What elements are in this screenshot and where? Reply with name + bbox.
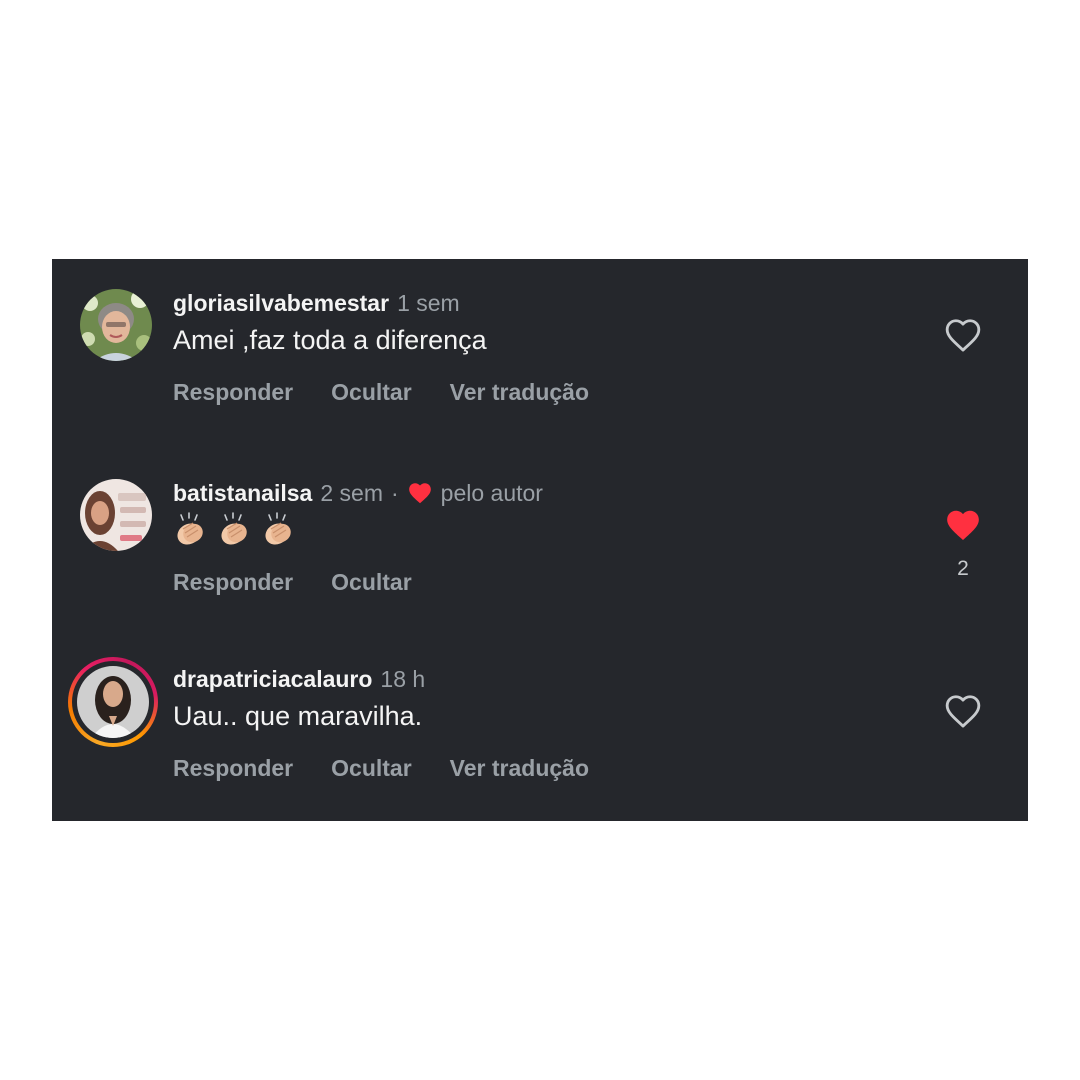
comments-panel: gloriasilvabemestar 1 sem Amei ,faz toda… [52, 259, 1028, 821]
comment-header: gloriasilvabemestar 1 sem [173, 287, 460, 319]
avatar [77, 666, 149, 738]
clapping-hands-icon [221, 512, 247, 545]
clapping-hands-icon [177, 512, 203, 545]
comment-text: Uau.. que maravilha. [173, 701, 423, 731]
comment-header: batistanailsa 2 sem · pelo autor [173, 477, 543, 509]
username-link[interactable]: gloriasilvabemestar [173, 290, 389, 317]
timestamp: 1 sem [397, 289, 460, 316]
timestamp: 2 sem [320, 479, 383, 506]
hide-button[interactable]: Ocultar [331, 569, 412, 596]
see-translation-button[interactable]: Ver tradução [450, 379, 589, 406]
comment-actions: Responder Ocultar [173, 569, 450, 596]
comment-actions: Responder Ocultar Ver tradução [173, 379, 627, 406]
comment-actions: Responder Ocultar Ver tradução [173, 755, 627, 782]
username-link[interactable]: batistanailsa [173, 480, 312, 507]
heart-outline-icon[interactable] [944, 693, 982, 729]
heart-filled-icon[interactable] [944, 507, 982, 543]
reply-button[interactable]: Responder [173, 379, 293, 406]
like-count[interactable]: 2 [944, 557, 982, 581]
story-ring[interactable] [68, 657, 158, 747]
comment-item: drapatriciacalauro 18 h Uau.. que maravi… [52, 657, 1028, 811]
reply-button[interactable]: Responder [173, 569, 293, 596]
avatar[interactable] [80, 479, 152, 551]
hide-button[interactable]: Ocultar [331, 755, 412, 782]
reply-button[interactable]: Responder [173, 755, 293, 782]
comment-header: drapatriciacalauro 18 h [173, 663, 425, 695]
hide-button[interactable]: Ocultar [331, 379, 412, 406]
username-link[interactable]: drapatriciacalauro [173, 666, 372, 693]
author-liked-heart-icon [408, 483, 431, 504]
comment-item: batistanailsa 2 sem · pelo autor Respond… [52, 475, 1028, 625]
heart-outline-icon[interactable] [944, 317, 982, 353]
comment-text [173, 511, 297, 547]
avatar[interactable] [80, 289, 152, 361]
separator-dot: · [390, 479, 399, 506]
timestamp: 18 h [380, 665, 426, 692]
comment-item: gloriasilvabemestar 1 sem Amei ,faz toda… [52, 285, 1028, 435]
see-translation-button[interactable]: Ver tradução [450, 755, 589, 782]
clapping-hands-icon [265, 512, 291, 545]
comment-text: Amei ,faz toda a diferença [173, 325, 487, 355]
liked-by-author-label: pelo autor [440, 479, 543, 506]
